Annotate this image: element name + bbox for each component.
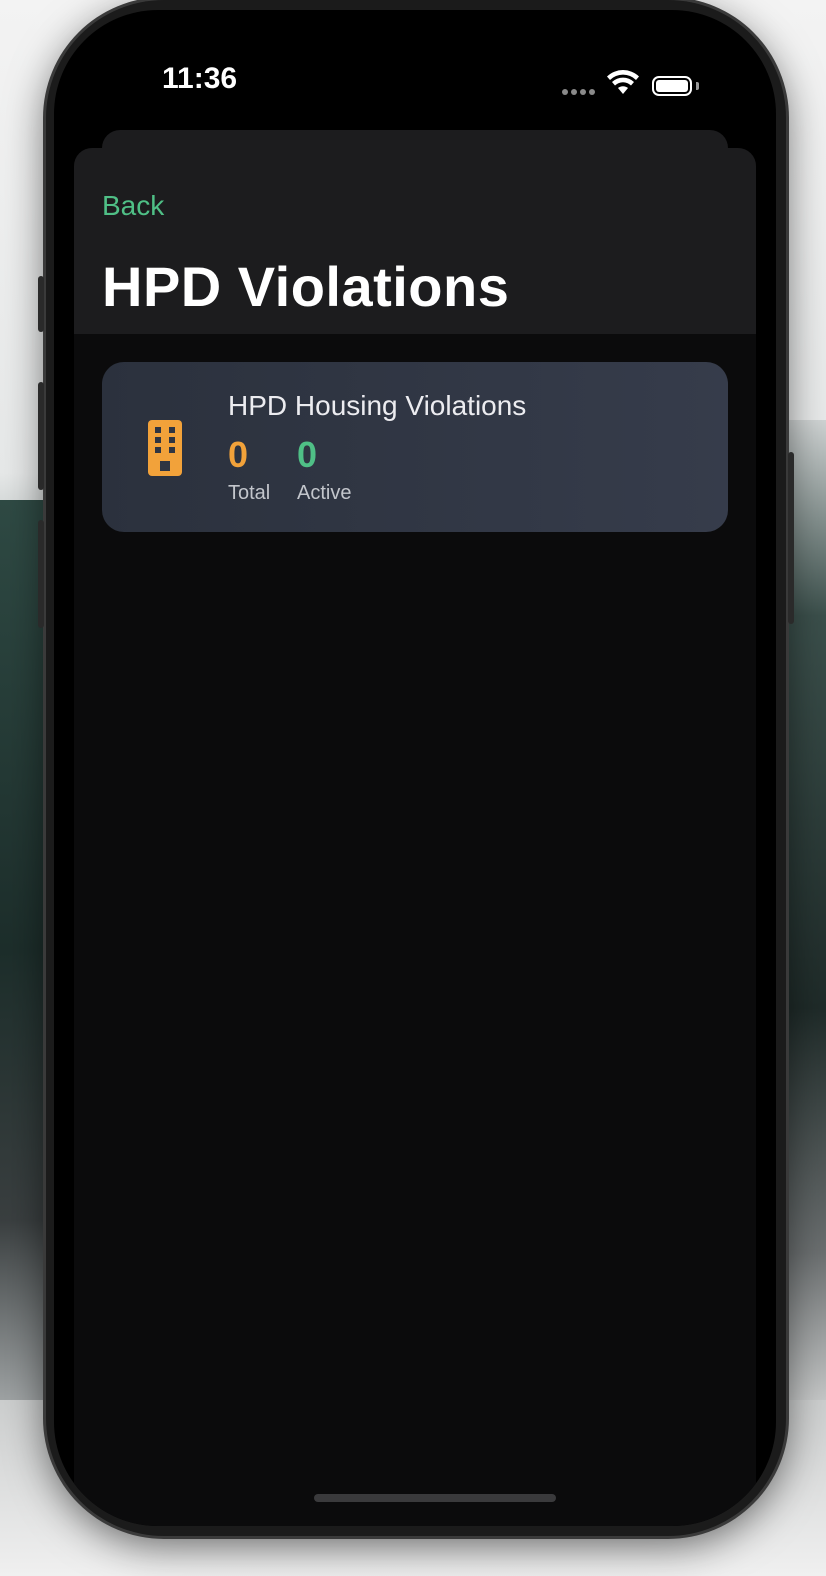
back-button[interactable]: Back — [102, 190, 164, 222]
battery-icon — [652, 76, 692, 96]
building-icon — [148, 420, 182, 476]
card-title: HPD Housing Violations — [228, 390, 527, 421]
status-time: 11:36 — [162, 62, 238, 95]
phone-side-button — [788, 452, 794, 624]
navigation-bar: Back HPD Violations — [74, 148, 756, 334]
cellular-signal-icon — [562, 82, 598, 100]
stat-total-label: Total — [228, 482, 271, 504]
stat-total: 0 Total — [228, 434, 270, 505]
stat-total-value: 0 — [228, 434, 249, 475]
phone-side-button — [38, 520, 44, 628]
phone-side-button — [38, 382, 44, 490]
battery-tip — [696, 82, 699, 90]
home-indicator[interactable] — [314, 1494, 556, 1502]
hpd-violations-card[interactable]: HPD Housing Violations 0 Total 0 Active — [102, 362, 728, 532]
stat-active: 0 Active — [297, 434, 351, 505]
stat-active-value: 0 — [297, 434, 318, 475]
phone-side-button — [38, 276, 44, 332]
status-bar: 11:36 — [54, 10, 776, 130]
page-title: HPD Violations — [102, 255, 510, 318]
modal-sheet: Back HPD Violations HPD Housing Violatio… — [74, 148, 756, 1526]
phone-screen: 11:36 Back HPD Violations HPD Housing Vi… — [54, 10, 776, 1526]
stat-active-label: Active — [297, 482, 352, 504]
wifi-icon — [607, 70, 639, 94]
